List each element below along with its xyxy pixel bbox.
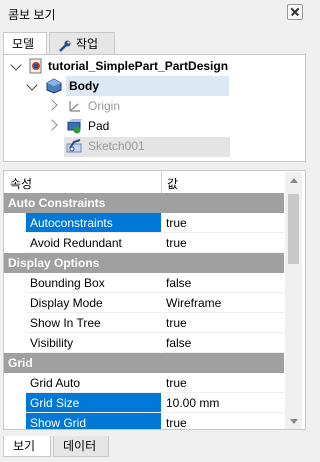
property-name[interactable]: Avoid Redundant bbox=[26, 233, 161, 253]
document-icon bbox=[28, 58, 44, 74]
property-row[interactable]: Visibility false bbox=[4, 333, 284, 353]
scroll-thumb[interactable] bbox=[288, 194, 299, 264]
group-auto-constraints[interactable]: Auto Constraints bbox=[4, 193, 284, 213]
property-value[interactable]: true bbox=[162, 373, 284, 393]
property-row[interactable]: Bounding Box false bbox=[4, 273, 284, 293]
property-name[interactable]: Autoconstraints bbox=[26, 213, 161, 233]
wrench-icon bbox=[58, 38, 72, 52]
tree-pad[interactable]: Pad bbox=[88, 116, 109, 136]
property-row[interactable]: Display Mode Wireframe bbox=[4, 293, 284, 313]
model-tree: tutorial_SimplePart_PartDesign Body Orig… bbox=[3, 54, 306, 162]
property-row[interactable]: Show In Tree true bbox=[4, 313, 284, 333]
property-value[interactable]: Wireframe bbox=[162, 293, 284, 313]
tab-tasks[interactable]: 작업 bbox=[49, 32, 115, 54]
property-view: 속성 값 Auto Constraints Autoconstraints tr… bbox=[3, 170, 306, 430]
property-name[interactable]: Grid Size bbox=[26, 393, 161, 413]
property-value[interactable]: false bbox=[162, 333, 284, 353]
property-value[interactable]: false bbox=[162, 273, 284, 293]
axes-icon bbox=[66, 98, 82, 114]
tab-view[interactable]: 보기 bbox=[3, 436, 51, 457]
group-grid[interactable]: Grid bbox=[4, 353, 284, 373]
property-name[interactable]: Visibility bbox=[26, 333, 161, 353]
expand-arrow-icon[interactable] bbox=[10, 59, 22, 71]
collapse-arrow-icon[interactable] bbox=[46, 119, 58, 131]
scroll-up-icon[interactable] bbox=[290, 178, 298, 183]
tab-model[interactable]: 모델 bbox=[3, 32, 47, 55]
tree-root[interactable]: tutorial_SimplePart_PartDesign bbox=[48, 56, 228, 76]
property-name[interactable]: Show In Tree bbox=[26, 313, 161, 333]
property-name[interactable]: Bounding Box bbox=[26, 273, 161, 293]
tree-body[interactable]: Body bbox=[66, 76, 229, 96]
property-value[interactable]: true bbox=[162, 233, 284, 253]
property-value[interactable]: true bbox=[162, 413, 284, 429]
top-tab-bar: 모델 작업 bbox=[3, 32, 306, 55]
panel-title: 콤보 보기 bbox=[8, 8, 56, 22]
property-row[interactable]: Avoid Redundant true bbox=[4, 233, 284, 253]
property-row[interactable]: Show Grid true bbox=[4, 413, 284, 429]
sketch-icon bbox=[66, 138, 82, 154]
group-display-options[interactable]: Display Options bbox=[4, 253, 284, 273]
tab-model-label: 모델 bbox=[12, 37, 35, 51]
property-row[interactable]: Grid Size 10.00 mm bbox=[4, 393, 284, 413]
bottom-tab-bar: 보기 데이터 bbox=[3, 436, 306, 458]
property-name[interactable]: Grid Auto bbox=[26, 373, 161, 393]
property-row[interactable]: Autoconstraints true bbox=[4, 213, 284, 233]
vertical-scrollbar[interactable] bbox=[285, 172, 302, 429]
tree-origin[interactable]: Origin bbox=[88, 96, 120, 116]
tab-data[interactable]: 데이터 bbox=[53, 436, 109, 457]
close-icon[interactable] bbox=[287, 4, 303, 20]
property-name[interactable]: Show Grid bbox=[26, 413, 161, 429]
property-value[interactable]: true bbox=[162, 313, 284, 333]
tab-data-label: 데이터 bbox=[63, 439, 97, 453]
scroll-down-icon[interactable] bbox=[290, 419, 298, 424]
tree-sketch[interactable]: Sketch001 bbox=[88, 136, 145, 156]
property-value[interactable]: 10.00 mm bbox=[162, 393, 284, 413]
property-header: 속성 값 bbox=[4, 171, 284, 194]
property-column-header[interactable]: 속성 bbox=[10, 175, 32, 192]
collapse-arrow-icon[interactable] bbox=[46, 99, 58, 111]
property-row[interactable]: Grid Auto true bbox=[4, 373, 284, 393]
property-name[interactable]: Display Mode bbox=[26, 293, 161, 313]
property-value[interactable]: true bbox=[162, 213, 284, 233]
expand-arrow-icon[interactable] bbox=[26, 79, 38, 91]
body-icon bbox=[46, 78, 62, 94]
value-column-header[interactable]: 값 bbox=[167, 175, 178, 192]
pad-icon bbox=[66, 118, 82, 134]
tab-view-label: 보기 bbox=[13, 439, 36, 453]
tab-tasks-label: 작업 bbox=[76, 37, 99, 51]
